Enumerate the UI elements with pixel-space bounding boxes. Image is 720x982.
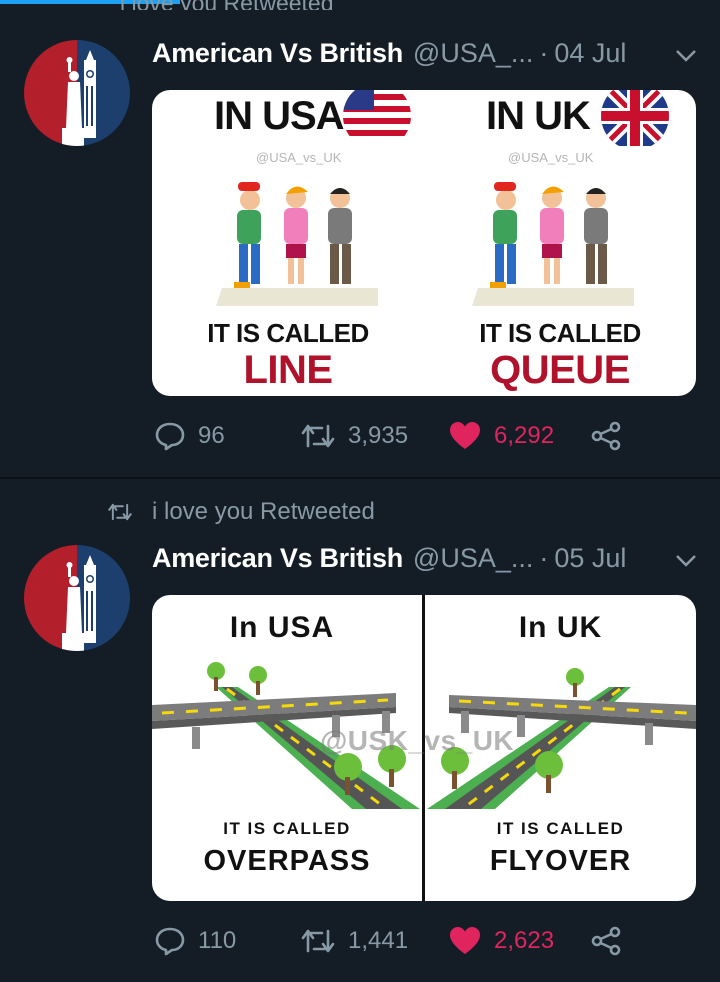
chevron-down-icon[interactable] (674, 553, 698, 569)
usa-flag-icon (343, 90, 411, 146)
like-count: 2,623 (494, 927, 555, 954)
like-button[interactable]: 2,623 (448, 926, 590, 956)
like-button[interactable]: 6,292 (448, 421, 590, 451)
tweet-header: American Vs British @USA_... · 05 Jul (152, 541, 626, 575)
media-title: In USA (229, 611, 335, 644)
share-button[interactable] (590, 421, 634, 451)
separator-dot: · (539, 542, 549, 573)
tweet-actions: 96 3,935 6,292 (154, 416, 634, 456)
share-icon (591, 926, 621, 956)
retweet-count: 3,935 (348, 422, 409, 449)
share-icon (591, 421, 621, 451)
media-watermark: @USK_vs_UK (320, 725, 515, 756)
media-title: In UK (518, 611, 603, 644)
media-panel-uk: IN UK @USA_vs_UK IT IS CALLED QUEUE (424, 90, 696, 396)
retweet-button[interactable]: 3,935 (300, 422, 448, 450)
retweet-button[interactable]: 1,441 (300, 927, 448, 955)
media-word-flyover: FLYOVER (489, 845, 632, 877)
media-word-line: LINE (243, 348, 333, 392)
tweet-date[interactable]: 05 Jul (554, 543, 626, 574)
retweet-count: 1,441 (348, 927, 409, 954)
tweet[interactable]: American Vs British @USA_... · 04 Jul IN… (0, 0, 720, 479)
retweeted-by-row[interactable]: i love you Retweeted (106, 497, 375, 527)
tweet-actions: 110 1,441 2,623 (154, 921, 634, 961)
tweet-media-image[interactable]: In USA IT IS CALLED OVERPASS In UK IT IS… (152, 595, 696, 901)
media-handle: @USA_vs_UK (508, 150, 594, 165)
retweeted-by-label: i love you Retweeted (152, 498, 375, 525)
people-queue-illustration (216, 182, 378, 306)
retweet-icon (108, 503, 132, 521)
reply-icon (155, 927, 185, 956)
share-button[interactable] (590, 926, 634, 956)
reply-count: 96 (198, 422, 225, 449)
media-panel-usa: IN USA @USA_vs_UK IT IS CALLED LINE (152, 90, 424, 396)
media-caption: IT IS CALLED (207, 318, 369, 348)
author-name[interactable]: American Vs British (152, 543, 403, 574)
media-caption: IT IS CALLED (496, 819, 625, 838)
reply-button[interactable]: 96 (154, 421, 300, 451)
heart-icon (450, 422, 480, 449)
author-handle[interactable]: @USA_... (413, 38, 533, 69)
reply-count: 110 (198, 927, 237, 954)
uk-flag-icon (601, 90, 669, 146)
tweet-header: American Vs British @USA_... · 04 Jul (152, 36, 626, 70)
heart-icon (450, 927, 480, 954)
media-word-overpass: OVERPASS (203, 845, 371, 877)
avatar[interactable] (24, 545, 130, 651)
media-caption: IT IS CALLED (479, 318, 641, 348)
media-handle: @USA_vs_UK (256, 150, 342, 165)
media-title: IN UK (486, 94, 591, 138)
reply-icon (155, 422, 185, 451)
chevron-down-icon[interactable] (674, 48, 698, 64)
author-name[interactable]: American Vs British (152, 38, 403, 69)
author-handle[interactable]: @USA_... (413, 543, 533, 574)
retweet-icon (301, 929, 335, 953)
retweet-icon (301, 424, 335, 448)
media-title: IN USA (214, 94, 345, 138)
media-word-queue: QUEUE (490, 348, 630, 392)
tweet-date[interactable]: 04 Jul (554, 38, 626, 69)
people-queue-illustration (472, 182, 634, 306)
tweet[interactable]: i love you Retweeted American Vs British… (0, 479, 720, 982)
like-count: 6,292 (494, 422, 555, 449)
tweet-media-image[interactable]: IN USA @USA_vs_UK IT IS CALLED LINE IN U… (152, 90, 696, 396)
avatar[interactable] (24, 40, 130, 146)
reply-button[interactable]: 110 (154, 926, 300, 956)
media-caption: IT IS CALLED (223, 819, 351, 838)
separator-dot: · (539, 37, 549, 68)
